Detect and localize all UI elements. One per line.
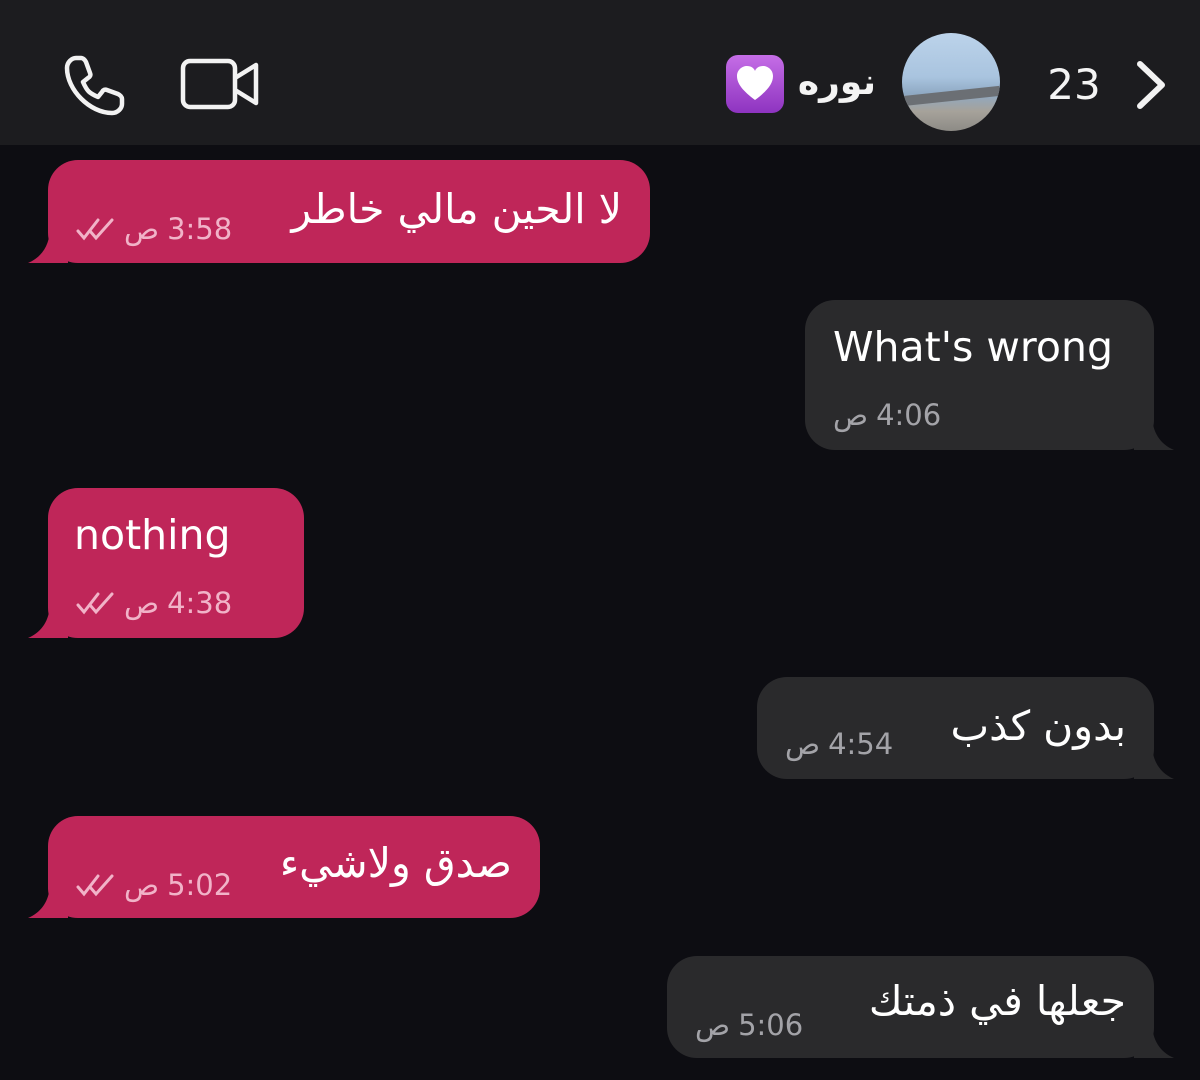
contact-avatar[interactable] — [902, 33, 1000, 131]
time-value: 4:06 — [876, 398, 942, 432]
double-check-icon — [76, 874, 114, 897]
video-camera-icon[interactable] — [180, 58, 260, 110]
contact-name[interactable]: نوره — [792, 58, 876, 108]
message-timestamp: ص 4:06 — [833, 398, 941, 432]
time-value: 5:02 — [167, 868, 233, 902]
time-ampm: ص — [124, 586, 160, 620]
message-timestamp: ص 5:06 — [695, 1008, 803, 1042]
message-bubble-incoming[interactable]: صدق ولاشيء ص 5:02 — [28, 816, 540, 918]
chevron-right-icon[interactable] — [1130, 58, 1170, 112]
time-value: 4:54 — [828, 727, 894, 761]
time-value: 3:58 — [167, 212, 233, 246]
time-ampm: ص — [124, 212, 160, 246]
message-text: صدق ولاشيء — [279, 839, 512, 887]
purple-heart-emoji — [726, 55, 784, 113]
bubble-tail — [1134, 1022, 1174, 1058]
time-ampm: ص — [785, 727, 821, 761]
time-value: 4:38 — [167, 586, 233, 620]
message-text: جعلها في ذمتك — [868, 977, 1126, 1025]
avatar-photo-detail — [902, 85, 1000, 107]
phone-icon[interactable] — [62, 52, 128, 118]
time-ampm: ص — [833, 398, 869, 432]
message-bubble-outgoing[interactable]: بدون كذب ص 4:54 — [757, 677, 1174, 779]
message-text: What's wrong — [833, 323, 1113, 371]
message-bubble-incoming[interactable]: لا الحين مالي خاطر ص 3:58 — [28, 160, 650, 263]
time-ampm: ص — [695, 1008, 731, 1042]
chat-screen: نوره 23 لا الحين مالي خاطر ص 3:58 What's… — [0, 0, 1200, 1080]
message-text: بدون كذب — [950, 702, 1126, 750]
bubble-tail — [28, 227, 68, 263]
message-timestamp: ص 3:58 — [76, 212, 232, 246]
bubble-tail — [28, 882, 68, 918]
heart-icon — [737, 66, 773, 100]
message-timestamp: ص 4:38 — [76, 586, 232, 620]
message-bubble-outgoing[interactable]: جعلها في ذمتك ص 5:06 — [667, 956, 1174, 1058]
bubble-tail — [28, 602, 68, 638]
message-text: لا الحين مالي خاطر — [291, 185, 622, 233]
message-bubble-outgoing[interactable]: What's wrong ص 4:06 — [805, 300, 1174, 450]
time-value: 5:06 — [738, 1008, 804, 1042]
unread-count[interactable]: 23 — [1030, 58, 1118, 112]
message-timestamp: ص 4:54 — [785, 727, 893, 761]
bubble-tail — [1134, 414, 1174, 450]
chat-header: نوره 23 — [0, 0, 1200, 145]
message-text: nothing — [74, 511, 231, 559]
message-timestamp: ص 5:02 — [76, 868, 232, 902]
double-check-icon — [76, 218, 114, 241]
double-check-icon — [76, 592, 114, 615]
time-ampm: ص — [124, 868, 160, 902]
bubble-tail — [1134, 743, 1174, 779]
message-bubble-incoming[interactable]: nothing ص 4:38 — [28, 488, 304, 638]
